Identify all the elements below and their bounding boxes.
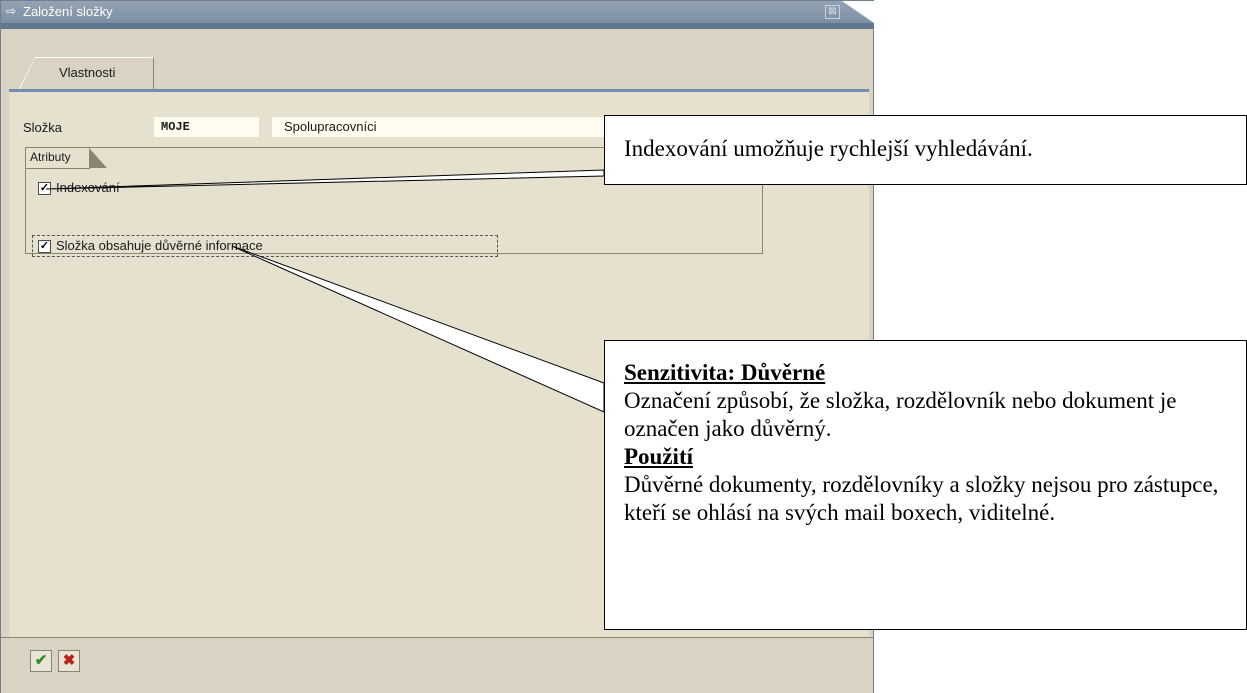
usage-heading: Použití: [624, 444, 693, 469]
indexing-callout: Indexování umožňuje rychlejší vyhledáván…: [604, 115, 1247, 185]
usage-text: Důvěrné dokumenty, rozdělovníky a složky…: [624, 472, 1219, 525]
sensitivity-text: Označení způsobí, že složka, rozdělovník…: [624, 388, 1177, 441]
sensitivity-callout: Senzitivita: Důvěrné Označení způsobí, ž…: [604, 340, 1247, 630]
indexing-callout-text: Indexování umožňuje rychlejší vyhledáván…: [624, 136, 1033, 161]
sensitivity-pointer: [231, 245, 605, 413]
indexing-pointer: [45, 169, 605, 190]
sensitivity-heading: Senzitivita: Důvěrné: [624, 360, 826, 385]
